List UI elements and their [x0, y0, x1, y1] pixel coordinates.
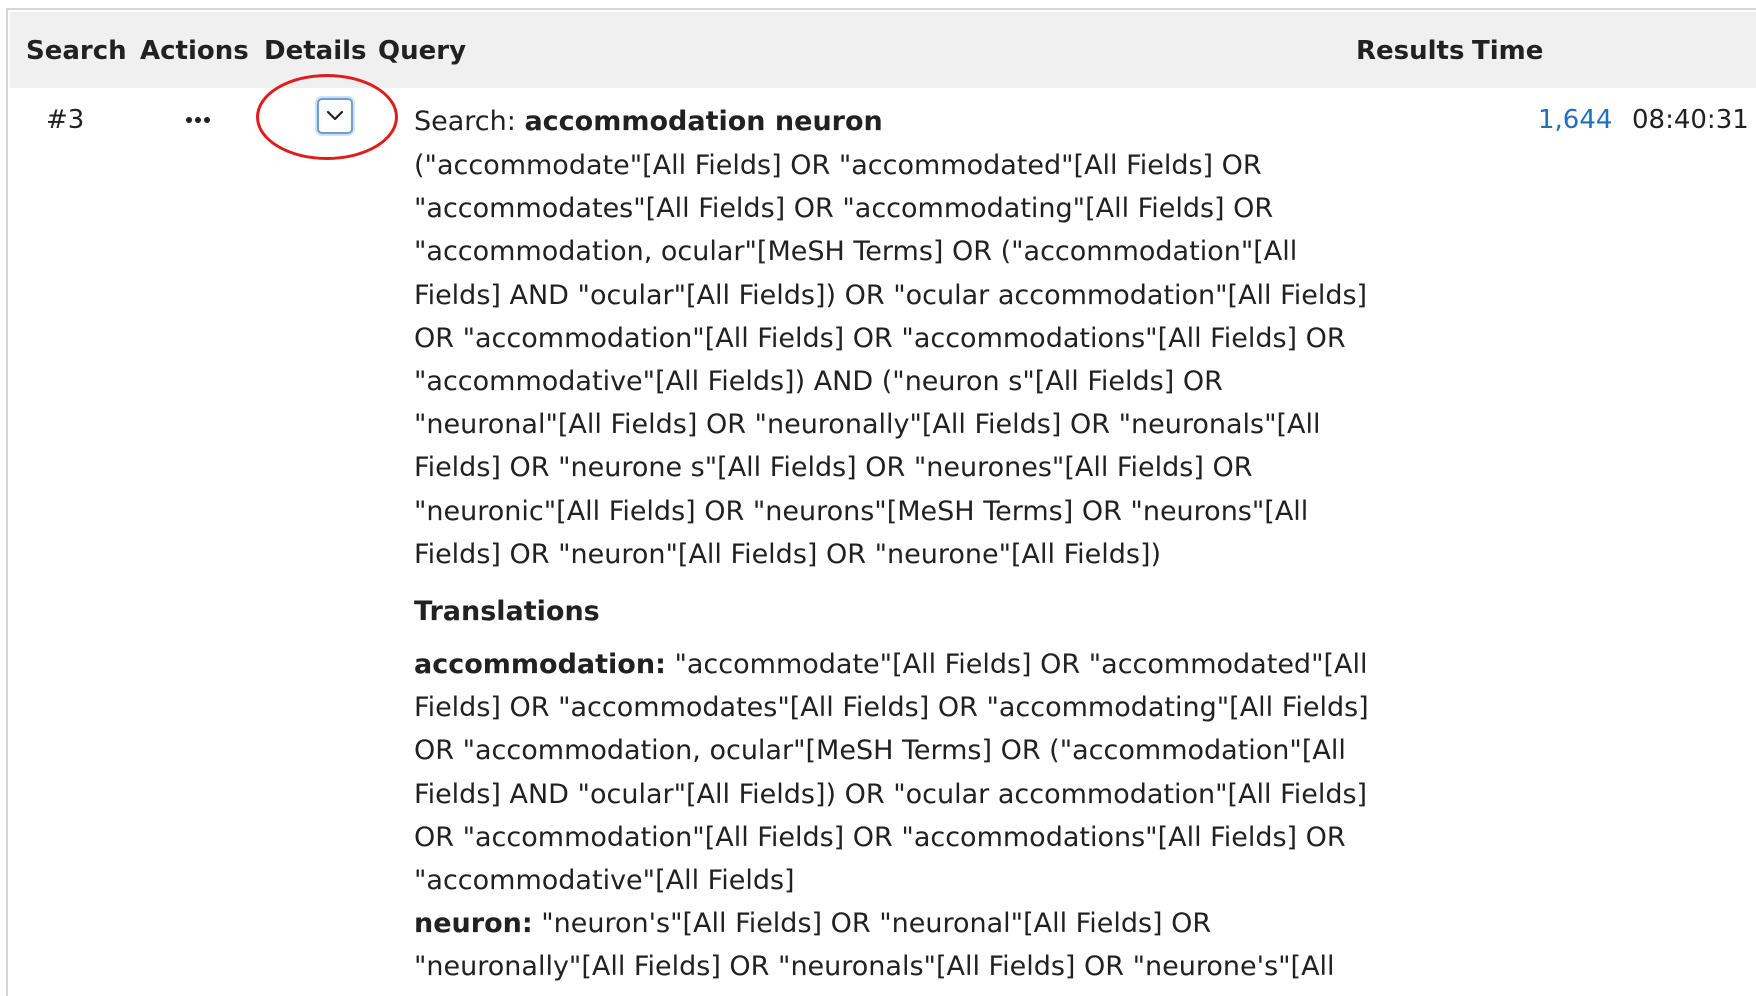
results-count-link[interactable]: 1,644 [1538, 102, 1612, 138]
translations-heading: Translations [414, 596, 600, 628]
search-time: 08:40:31 [1632, 105, 1749, 135]
column-header-query: Query [378, 36, 467, 66]
translation-term: neuron: [414, 908, 533, 940]
column-header-search[interactable]: Search [26, 33, 127, 69]
highlight-annotation [256, 74, 398, 160]
column-header-results[interactable]: Results [1356, 33, 1464, 69]
more-horizontal-icon [186, 117, 192, 123]
search-label: Search: [414, 106, 516, 137]
translation-item: accommodation: "accommodate"[All Fields]… [414, 643, 1374, 902]
translation-text: "neuron's"[All Fields] OR "neuronal"[All… [414, 908, 1335, 983]
column-header-actions: Actions [140, 36, 249, 66]
search-title: Search: accommodation neuron [414, 100, 1374, 140]
search-term: accommodation neuron [524, 106, 883, 137]
translation-text: "accommodate"[All Fields] OR "accommodat… [414, 649, 1369, 897]
translation-item: neuron: "neuron's"[All Fields] OR "neuro… [414, 902, 1374, 988]
column-header-time[interactable]: Time [1472, 33, 1543, 69]
column-header-details: Details [264, 36, 367, 66]
actions-menu-button[interactable] [181, 101, 215, 137]
query-cell: Search: accommodation neuron ("accommoda… [414, 100, 1374, 989]
table-header: Search Actions Details Query Results Tim… [10, 12, 1756, 88]
search-number: #3 [46, 105, 85, 135]
translation-term: accommodation: [414, 649, 666, 681]
query-details-text: ("accommodate"[All Fields] OR "accommoda… [414, 150, 1368, 570]
